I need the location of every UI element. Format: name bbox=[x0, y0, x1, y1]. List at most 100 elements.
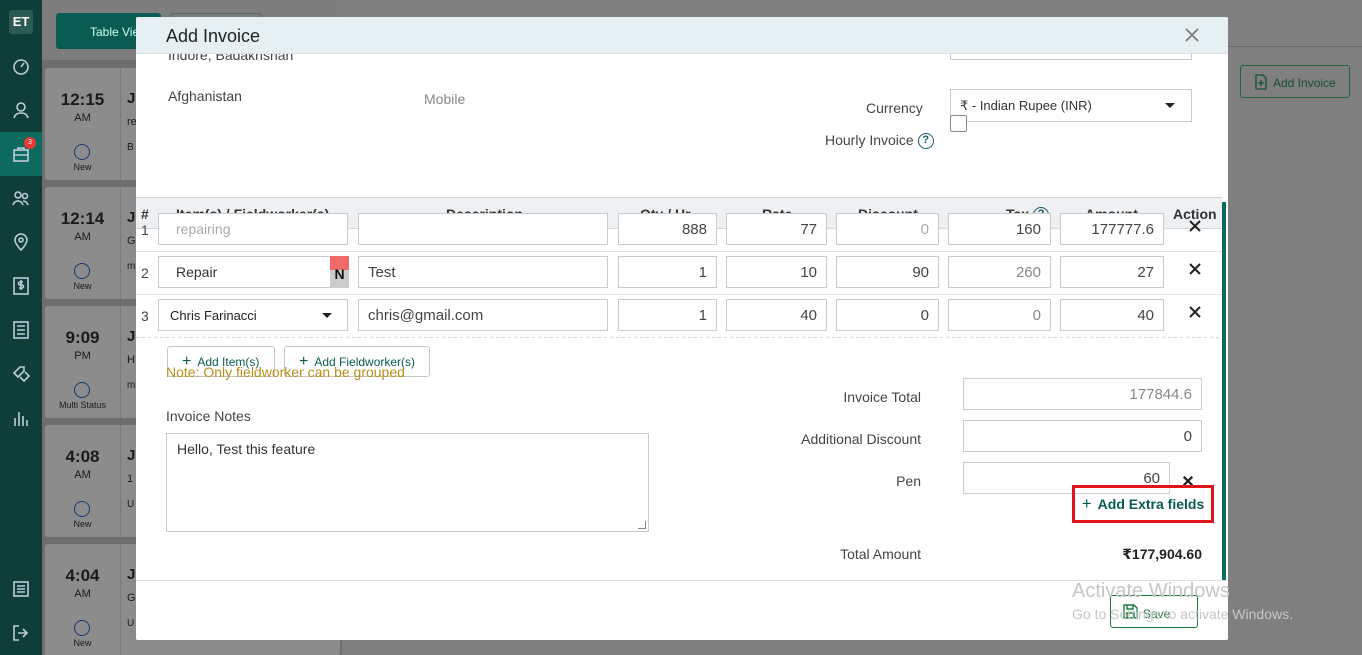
card-time: 4:08 bbox=[65, 447, 100, 466]
card-line: m bbox=[127, 261, 136, 272]
user-icon[interactable] bbox=[0, 88, 42, 132]
rate-input[interactable]: 40 bbox=[726, 299, 827, 331]
description-input[interactable]: Test bbox=[358, 256, 608, 288]
modal-title: Add Invoice bbox=[166, 26, 261, 46]
discount-input[interactable]: 90 bbox=[836, 256, 939, 288]
amount-input[interactable]: 177777.6 bbox=[1060, 213, 1164, 245]
chevron-down-icon bbox=[322, 313, 332, 318]
fieldworker-value: Chris Farinacci bbox=[170, 307, 257, 323]
card-status: Multi Status bbox=[58, 400, 107, 410]
close-icon bbox=[1189, 306, 1201, 318]
item-input[interactable]: repairing bbox=[158, 213, 348, 245]
row-number: 1 bbox=[141, 222, 149, 238]
card-time: 12:14 bbox=[60, 209, 105, 228]
add-extra-fields-button[interactable]: + Add Extra fields bbox=[1072, 485, 1214, 523]
team-icon[interactable] bbox=[0, 176, 42, 220]
app-logo: ET bbox=[9, 10, 33, 34]
additional-discount-input[interactable]: 0 bbox=[963, 420, 1202, 452]
dashboard-icon[interactable] bbox=[0, 44, 42, 88]
save-icon bbox=[1123, 604, 1138, 619]
address-country: Afghanistan bbox=[168, 88, 242, 104]
card-line: H bbox=[127, 354, 135, 366]
dollar-icon[interactable] bbox=[0, 264, 42, 308]
card-status: New bbox=[73, 162, 92, 172]
delete-row-button[interactable] bbox=[1188, 262, 1202, 276]
modal-header: Add Invoice bbox=[136, 17, 1228, 54]
card-line: m bbox=[127, 380, 136, 391]
additional-discount-label: Additional Discount bbox=[801, 431, 921, 447]
row-number: 2 bbox=[141, 265, 149, 281]
new-item-badge: N bbox=[330, 256, 349, 288]
card-time: 12:15 bbox=[60, 90, 105, 109]
tax-input[interactable]: 0 bbox=[948, 299, 1051, 331]
qty-input[interactable]: 888 bbox=[618, 213, 717, 245]
delete-row-button[interactable] bbox=[1188, 305, 1202, 319]
settings-sliders-icon[interactable] bbox=[0, 567, 42, 611]
status-circle-icon bbox=[74, 263, 90, 279]
currency-select[interactable]: ₹ - Indian Rupee (INR) bbox=[950, 89, 1192, 122]
invoice-notes-value: Hello, Test this feature bbox=[177, 441, 316, 457]
add-invoice-button[interactable]: Add Invoice bbox=[1240, 65, 1350, 98]
status-circle-icon bbox=[74, 144, 90, 160]
resize-handle-icon[interactable] bbox=[638, 521, 646, 529]
total-amount-label: Total Amount bbox=[840, 546, 921, 562]
invoice-total-input: 177844.6 bbox=[963, 378, 1202, 410]
card-ampm: AM bbox=[74, 112, 91, 124]
card-time: 9:09 bbox=[65, 328, 100, 347]
description-input[interactable]: chris@gmail.com bbox=[358, 299, 608, 331]
modal-body: Indore, Badakhshan Afghanistan Mobile Cu… bbox=[136, 36, 1228, 580]
pen-label: Pen bbox=[896, 473, 921, 489]
save-button[interactable]: Save bbox=[1110, 595, 1198, 628]
close-button[interactable] bbox=[1182, 25, 1202, 45]
discount-input[interactable]: 0 bbox=[836, 299, 939, 331]
list-icon[interactable] bbox=[0, 308, 42, 352]
multi-status-icon bbox=[74, 382, 90, 398]
hourly-invoice-text: Hourly Invoice bbox=[825, 132, 914, 148]
delete-row-button[interactable] bbox=[1188, 219, 1202, 233]
add-invoice-label: Add Invoice bbox=[1273, 76, 1336, 90]
status-circle-icon bbox=[74, 501, 90, 517]
reports-icon[interactable] bbox=[0, 396, 42, 440]
amount-input[interactable]: 27 bbox=[1060, 256, 1164, 288]
status-circle-icon bbox=[74, 620, 90, 636]
tags-icon[interactable] bbox=[0, 352, 42, 396]
rate-input[interactable]: 77 bbox=[726, 213, 827, 245]
fieldworker-select[interactable]: Chris Farinacci bbox=[158, 299, 348, 331]
qty-input[interactable]: 1 bbox=[618, 299, 717, 331]
new-item-badge-text: N bbox=[334, 266, 345, 282]
help-icon[interactable]: ? bbox=[917, 133, 934, 150]
card-ampm: AM bbox=[74, 231, 91, 243]
sidebar: ET 3 bbox=[0, 0, 42, 655]
card-status: New bbox=[73, 281, 92, 291]
card-line: G bbox=[127, 592, 136, 604]
close-icon bbox=[1189, 220, 1201, 232]
logout-icon[interactable] bbox=[0, 611, 42, 655]
qty-input[interactable]: 1 bbox=[618, 256, 717, 288]
modal-scrollbar[interactable] bbox=[1222, 202, 1226, 580]
description-input[interactable] bbox=[358, 213, 608, 245]
card-ampm: AM bbox=[74, 588, 91, 600]
card-line: U bbox=[127, 499, 135, 510]
card-time: 4:04 bbox=[65, 566, 100, 585]
amount-input[interactable]: 40 bbox=[1060, 299, 1164, 331]
jobs-badge: 3 bbox=[24, 137, 36, 149]
jobs-briefcase-icon[interactable]: 3 bbox=[0, 132, 42, 176]
tax-input[interactable]: 160 bbox=[948, 213, 1051, 245]
card-status: New bbox=[73, 519, 92, 529]
discount-input[interactable]: 0 bbox=[836, 213, 939, 245]
card-ampm: AM bbox=[74, 469, 91, 481]
file-plus-icon bbox=[1255, 74, 1267, 90]
item-input[interactable]: Repair bbox=[158, 256, 348, 288]
invoice-notes-label: Invoice Notes bbox=[166, 408, 251, 424]
hourly-invoice-checkbox[interactable] bbox=[950, 115, 967, 132]
rate-input[interactable]: 10 bbox=[726, 256, 827, 288]
location-icon[interactable] bbox=[0, 220, 42, 264]
invoice-notes-textarea[interactable]: Hello, Test this feature bbox=[166, 433, 649, 532]
card-line: G bbox=[127, 235, 136, 247]
mobile-label: Mobile bbox=[424, 91, 466, 107]
tax-input[interactable]: 260 bbox=[948, 256, 1051, 288]
close-icon bbox=[1185, 28, 1199, 42]
close-icon bbox=[1189, 263, 1201, 275]
invoice-total-label: Invoice Total bbox=[843, 389, 921, 405]
add-invoice-modal: Add Invoice Indore, Badakhshan Afghanist… bbox=[136, 17, 1228, 640]
